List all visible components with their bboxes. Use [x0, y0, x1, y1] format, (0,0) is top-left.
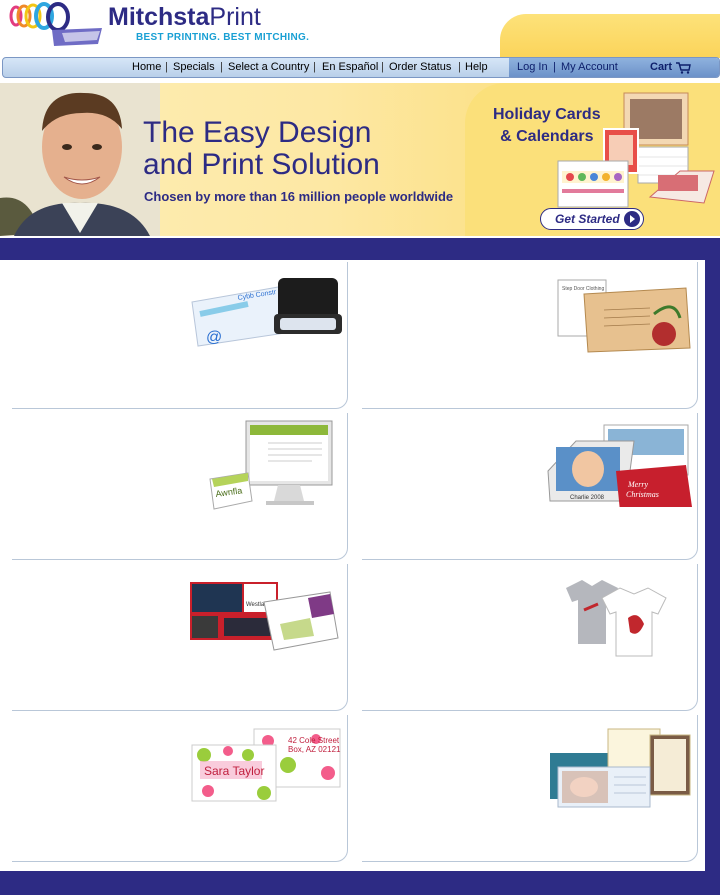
nav-divider: | — [165, 61, 168, 73]
brand-wordmark[interactable]: MitchstaPrint — [108, 3, 261, 32]
product-tile-labels[interactable]: 42 Cole Street Box, AZ 02121 Sara Taylor — [12, 715, 348, 862]
play-arrow-icon — [624, 211, 640, 227]
nav-specials[interactable]: Specials — [173, 61, 215, 73]
person-photo — [0, 83, 160, 236]
cart-icon[interactable] — [675, 61, 691, 74]
product-tile-apparel[interactable] — [362, 564, 698, 711]
cart-link[interactable]: Cart — [650, 61, 672, 73]
hero-headline: The Easy Design and Print Solution — [143, 117, 380, 181]
account-bar: Log In | My Account Cart — [509, 58, 719, 77]
my-account-link[interactable]: My Account — [561, 61, 618, 73]
tshirts-image — [566, 580, 667, 657]
nav-order-status[interactable]: Order Status — [389, 61, 451, 73]
realestate-flyers-image: Westlake — [190, 582, 339, 651]
label-address-line2: Box, AZ 02121 — [288, 745, 341, 754]
nav-divider: | — [381, 61, 384, 73]
product-tile-realestate[interactable]: Westlake — [12, 564, 348, 711]
greeting-line1: Merry — [627, 480, 648, 489]
label-name-text: Sara Taylor — [204, 764, 264, 778]
get-started-button[interactable]: Get Started — [540, 208, 644, 230]
product-tile-websites[interactable]: Awnfla — [12, 413, 348, 560]
nav-divider: | — [313, 61, 316, 73]
nav-divider: | — [553, 61, 556, 73]
calendar-caption: Charlie 2008 — [570, 495, 605, 501]
brand-name-light: Print — [209, 3, 261, 31]
content-header-band — [0, 238, 720, 260]
nav-help[interactable]: Help — [465, 61, 488, 73]
holiday-products-image — [557, 92, 715, 208]
greeting-line2: Christmas — [626, 490, 659, 499]
header-accent-tab — [500, 14, 720, 58]
nav-divider: | — [458, 61, 461, 73]
product-tile-calendars[interactable]: Charlie 2008 Merry Christmas — [362, 413, 698, 560]
stationery-card-text: Step Door Clothing — [562, 286, 604, 292]
stationery-image: Step Door Clothing — [557, 279, 691, 353]
get-started-label: Get Started — [555, 212, 620, 226]
nav-espanol[interactable]: En Español — [322, 61, 378, 73]
label-address-line1: 42 Cole Street — [288, 736, 340, 745]
hero-headline-line2: and Print Solution — [143, 148, 380, 181]
hero-headline-line1: The Easy Design — [143, 116, 372, 149]
nav-divider: | — [220, 61, 223, 73]
footer-band — [0, 871, 720, 895]
product-tile-business-cards[interactable]: @ Cybb Constr — [12, 262, 348, 409]
labels-image: 42 Cole Street Box, AZ 02121 Sara Taylor — [191, 728, 341, 802]
right-border — [705, 256, 720, 871]
product-tile-stationery[interactable]: Step Door Clothing — [362, 262, 698, 409]
product-tile-announcements[interactable] — [362, 715, 698, 862]
nav-select-country[interactable]: Select a Country — [228, 61, 309, 73]
nav-home[interactable]: Home — [132, 61, 161, 73]
login-link[interactable]: Log In — [517, 61, 548, 73]
hero-subline: Chosen by more than 16 million people wo… — [144, 189, 454, 204]
photo-calendar-image: Charlie 2008 Merry Christmas — [547, 424, 692, 507]
announcements-image — [550, 728, 691, 808]
email-symbol: @ — [206, 329, 222, 346]
brand-tagline: BEST PRINTING. BEST MITCHING. — [136, 32, 310, 43]
top-navigation: Home | Specials | Select a Country | En … — [2, 57, 720, 78]
business-cards-image: @ Cybb Constr — [191, 278, 342, 347]
brand-logo-icon[interactable] — [2, 0, 106, 52]
website-monitor-image: Awnfla — [209, 420, 333, 510]
brand-name-bold: Mitchsta — [108, 3, 210, 31]
hero-banner: The Easy Design and Print Solution Chose… — [0, 83, 720, 236]
